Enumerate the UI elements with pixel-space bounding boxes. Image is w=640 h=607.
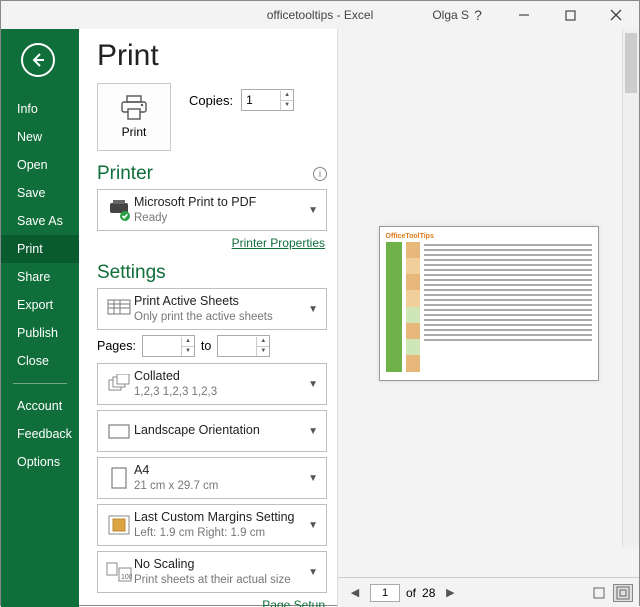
sidebar-item-open[interactable]: Open <box>1 151 79 179</box>
pages-from-input[interactable] <box>143 336 181 356</box>
settings-heading: Settings <box>97 262 166 284</box>
back-button[interactable] <box>21 43 55 77</box>
paper-main: A4 <box>134 463 306 479</box>
sidebar-item-saveas[interactable]: Save As <box>1 207 79 235</box>
sidebar-item-options[interactable]: Options <box>1 448 79 476</box>
printer-selector[interactable]: Microsoft Print to PDF Ready ▼ <box>97 189 327 231</box>
svg-text:100: 100 <box>121 574 132 581</box>
help-button[interactable]: ? <box>455 1 501 29</box>
print-button-label: Print <box>122 125 147 139</box>
printer-info-icon[interactable]: i <box>313 167 327 181</box>
chevron-down-icon: ▼ <box>306 304 320 315</box>
orientation-selector[interactable]: Landscape Orientation ▼ <box>97 410 327 452</box>
scaling-selector[interactable]: 100 No Scaling Print sheets at their act… <box>97 551 327 593</box>
backstage-sidebar: Info New Open Save Save As Print Share E… <box>1 29 79 607</box>
preview-scrollbar[interactable] <box>622 29 639 547</box>
paper-selector[interactable]: A4 21 cm x 29.7 cm ▼ <box>97 457 327 499</box>
page-of-label: of <box>406 586 416 600</box>
chevron-down-icon: ▼ <box>306 520 320 531</box>
preview-doc-title: OfficeToolTips <box>386 233 592 240</box>
collate-main: Collated <box>134 369 306 385</box>
scaling-sub: Print sheets at their actual size <box>134 573 306 587</box>
sidebar-item-export[interactable]: Export <box>1 291 79 319</box>
printer-status: Ready <box>134 211 306 225</box>
total-pages: 28 <box>422 586 435 600</box>
sidebar-item-account[interactable]: Account <box>1 392 79 420</box>
pages-to-input[interactable] <box>218 336 256 356</box>
maximize-button[interactable] <box>547 1 593 29</box>
pages-label: Pages: <box>97 339 136 353</box>
orientation-main: Landscape Orientation <box>134 423 306 439</box>
sidebar-item-publish[interactable]: Publish <box>1 319 79 347</box>
collate-icon <box>104 374 134 394</box>
next-page-button[interactable]: ▶ <box>441 584 459 602</box>
printer-properties-link[interactable]: Printer Properties <box>232 236 325 250</box>
pages-to-spinner[interactable]: ▲▼ <box>217 335 270 357</box>
page-title: Print <box>97 39 327 73</box>
orientation-icon <box>104 422 134 440</box>
copies-spinner[interactable]: ▲▼ <box>241 89 294 111</box>
scaling-main: No Scaling <box>134 557 306 573</box>
margins-sub: Left: 1.9 cm Right: 1.9 cm <box>134 526 306 540</box>
preview-page: OfficeToolTips <box>379 226 599 381</box>
pages-to-label: to <box>201 339 211 353</box>
print-what-main: Print Active Sheets <box>134 294 306 310</box>
margins-icon <box>104 515 134 535</box>
pages-from-spinner[interactable]: ▲▼ <box>142 335 195 357</box>
print-preview-area: OfficeToolTips <box>338 29 639 577</box>
sidebar-item-share[interactable]: Share <box>1 263 79 291</box>
prev-page-button[interactable]: ◀ <box>346 584 364 602</box>
printer-name: Microsoft Print to PDF <box>134 195 306 211</box>
paper-sub: 21 cm x 29.7 cm <box>134 479 306 493</box>
print-what-selector[interactable]: Print Active Sheets Only print the activ… <box>97 288 327 330</box>
sidebar-item-new[interactable]: New <box>1 123 79 151</box>
printer-heading: Printer <box>97 163 153 185</box>
window-title: officetooltips - Excel <box>267 8 374 22</box>
chevron-down-icon: ▼ <box>306 379 320 390</box>
sidebar-item-print[interactable]: Print <box>1 235 79 263</box>
sidebar-item-info[interactable]: Info <box>1 95 79 123</box>
margins-selector[interactable]: Last Custom Margins Setting Left: 1.9 cm… <box>97 504 327 546</box>
chevron-down-icon: ▼ <box>306 205 320 216</box>
chevron-down-icon: ▼ <box>306 473 320 484</box>
collate-selector[interactable]: Collated 1,2,3 1,2,3 1,2,3 ▼ <box>97 363 327 405</box>
copies-label: Copies: <box>189 93 233 108</box>
sheets-icon <box>104 299 134 319</box>
sidebar-separator <box>13 383 67 384</box>
current-page-input[interactable] <box>370 584 400 602</box>
printer-icon <box>119 95 149 121</box>
sidebar-item-feedback[interactable]: Feedback <box>1 420 79 448</box>
show-margins-button[interactable] <box>589 584 609 602</box>
print-button[interactable]: Print <box>97 83 171 151</box>
margins-main: Last Custom Margins Setting <box>134 510 306 526</box>
printer-status-icon <box>104 199 134 221</box>
zoom-to-page-button[interactable] <box>613 584 633 602</box>
sidebar-item-save[interactable]: Save <box>1 179 79 207</box>
print-what-sub: Only print the active sheets <box>134 310 306 324</box>
paper-icon <box>104 467 134 489</box>
copies-input[interactable] <box>242 90 280 110</box>
minimize-button[interactable] <box>501 1 547 29</box>
close-button[interactable] <box>593 1 639 29</box>
chevron-down-icon: ▼ <box>306 426 320 437</box>
chevron-down-icon: ▼ <box>306 567 320 578</box>
collate-sub: 1,2,3 1,2,3 1,2,3 <box>134 385 306 399</box>
scaling-icon: 100 <box>104 562 134 582</box>
sidebar-item-close[interactable]: Close <box>1 347 79 375</box>
